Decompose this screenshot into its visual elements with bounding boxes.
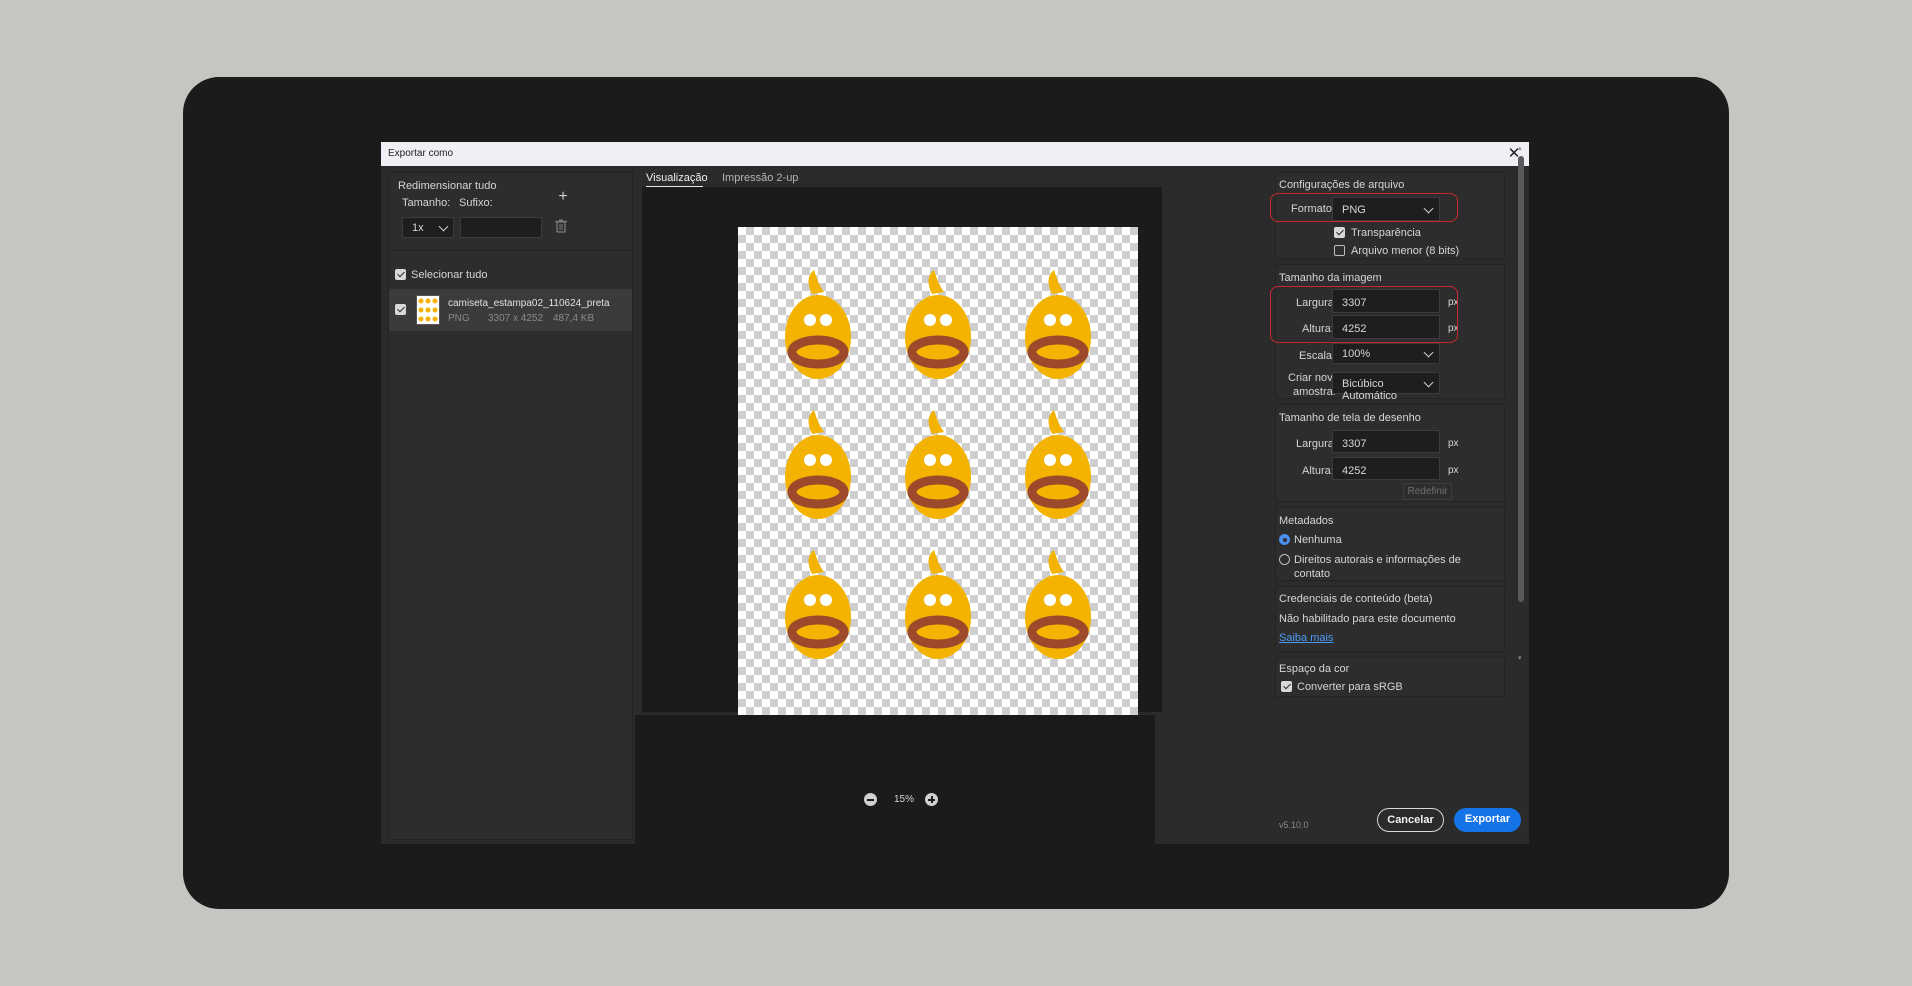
asset-format: PNG	[448, 313, 470, 324]
mascot-6	[1025, 410, 1091, 519]
convert-srgb-label: Converter para sRGB	[1297, 681, 1403, 693]
asset-thumbnail	[416, 295, 440, 325]
format-highlight	[1270, 193, 1458, 222]
export-button[interactable]: Exportar	[1454, 808, 1521, 832]
credentials-status: Não habilitado para este documento	[1279, 613, 1456, 625]
canvas-width-input[interactable]: 3307	[1332, 430, 1440, 453]
asset-checkbox[interactable]	[395, 304, 406, 315]
mascot-grid	[785, 270, 1091, 659]
zoom-in-icon[interactable]	[925, 793, 938, 806]
chevron-down-icon	[1423, 347, 1434, 358]
transparency-label: Transparência	[1351, 227, 1421, 239]
divider	[389, 250, 632, 251]
canvas-height-label: Altura:	[1302, 465, 1334, 477]
size-label: Tamanho:	[402, 197, 451, 209]
scroll-down-icon[interactable]: ▾	[1518, 655, 1524, 662]
chevron-down-icon	[438, 221, 449, 232]
scale-dropdown[interactable]: 100%	[1332, 343, 1440, 364]
scrollbar-thumb[interactable]	[1518, 156, 1524, 602]
asset-dimensions: 3307 x 4252	[488, 313, 544, 324]
metadata-copyright-label: Direitos autorais e informações de	[1294, 554, 1461, 566]
mascot-2	[905, 270, 971, 379]
color-space-heading: Espaço da cor	[1279, 663, 1350, 675]
dialog-title: Exportar como	[388, 148, 454, 159]
export-dialog: Exportar como ✕ Redimensionar tudo Taman…	[381, 142, 1529, 844]
color-space-section: Espaço da cor Converter para sRGB	[1275, 657, 1505, 697]
px-unit: px	[1448, 465, 1459, 476]
canvas-width-label: Largura:	[1296, 438, 1337, 450]
version-label: v5.10.0	[1279, 820, 1309, 830]
suffix-input[interactable]	[460, 217, 542, 238]
mascot-9	[1025, 550, 1091, 659]
preview-pane: Visualização Impressão 2-up 15%	[635, 166, 1162, 844]
convert-srgb-checkbox[interactable]	[1281, 681, 1292, 692]
mascot-1	[785, 270, 851, 379]
asset-panel: Redimensionar tudo Tamanho: Sufixo: + 1x…	[388, 172, 633, 840]
metadata-copyright-radio[interactable]	[1279, 554, 1290, 565]
select-all-label: Selecionar tudo	[411, 269, 488, 281]
metadata-none-radio[interactable]	[1279, 534, 1290, 545]
metadata-section: Metadados Nenhuma Direitos autorais e in…	[1275, 507, 1505, 581]
size-value: 1x	[412, 222, 424, 234]
metadata-copyright-label-2: contato	[1294, 568, 1331, 580]
mascot-4	[785, 410, 851, 519]
smaller-file-label: Arquivo menor (8 bits)	[1351, 245, 1460, 257]
learn-more-link[interactable]: Saiba mais	[1279, 632, 1333, 644]
scroll-up-icon[interactable]: ▴	[1518, 145, 1524, 152]
canvas-size-section: Tamanho de tela de desenho Largura: 3307…	[1275, 404, 1505, 502]
mascot-8	[905, 550, 971, 659]
asset-row[interactable]: camiseta_estampa02_110624_preta PNG 3307…	[389, 289, 632, 331]
cancel-button[interactable]: Cancelar	[1377, 808, 1444, 832]
tab-2up-print[interactable]: Impressão 2-up	[722, 172, 798, 184]
canvas-height-input[interactable]: 4252	[1332, 457, 1440, 480]
trash-icon[interactable]	[555, 219, 567, 233]
tab-preview[interactable]: Visualização	[646, 172, 708, 184]
mascot-3	[1025, 270, 1091, 379]
resample-label-line2: amostra:	[1293, 386, 1336, 398]
transparency-checkbox[interactable]	[1334, 227, 1345, 238]
suffix-label: Sufixo:	[459, 197, 493, 209]
add-scale-icon[interactable]: +	[555, 189, 571, 205]
scale-value: 100%	[1342, 348, 1371, 360]
select-all-checkbox[interactable]	[395, 269, 406, 280]
image-size-highlight	[1270, 286, 1458, 343]
resize-all-heading: Redimensionar tudo	[398, 180, 497, 192]
smaller-file-checkbox[interactable]	[1334, 245, 1345, 256]
asset-name: camiseta_estampa02_110624_preta	[448, 298, 610, 309]
credentials-heading: Credenciais de conteúdo (beta)	[1279, 593, 1433, 605]
metadata-none-label: Nenhuma	[1294, 534, 1342, 546]
asset-filesize: 487,4 KB	[553, 313, 595, 324]
image-size-heading: Tamanho da imagem	[1279, 272, 1382, 284]
zoom-level: 15%	[894, 794, 915, 805]
title-bar: Exportar como ✕	[381, 142, 1529, 166]
file-settings-heading: Configurações de arquivo	[1279, 179, 1405, 191]
canvas-size-heading: Tamanho de tela de desenho	[1279, 412, 1421, 424]
preview-canvas	[642, 187, 1162, 740]
mascot-7	[785, 550, 851, 659]
resample-dropdown[interactable]: Bicúbico Automático	[1332, 372, 1440, 402]
zoom-out-icon[interactable]	[864, 793, 877, 806]
reset-button[interactable]: Redefinir	[1403, 483, 1452, 500]
settings-scrollbar[interactable]: ▴ ▾	[1516, 145, 1525, 666]
credentials-section: Credenciais de conteúdo (beta) Não habil…	[1275, 586, 1505, 652]
image-preview	[738, 227, 1138, 740]
settings-panel: Configurações de arquivo Formato: PNG Tr…	[1270, 172, 1505, 812]
size-dropdown[interactable]: 1x	[402, 217, 454, 238]
zoom-bar: 15%	[635, 715, 1155, 844]
mascot-5	[905, 410, 971, 519]
px-unit: px	[1448, 438, 1459, 449]
metadata-heading: Metadados	[1279, 515, 1334, 527]
scale-label: Escala:	[1299, 350, 1336, 362]
